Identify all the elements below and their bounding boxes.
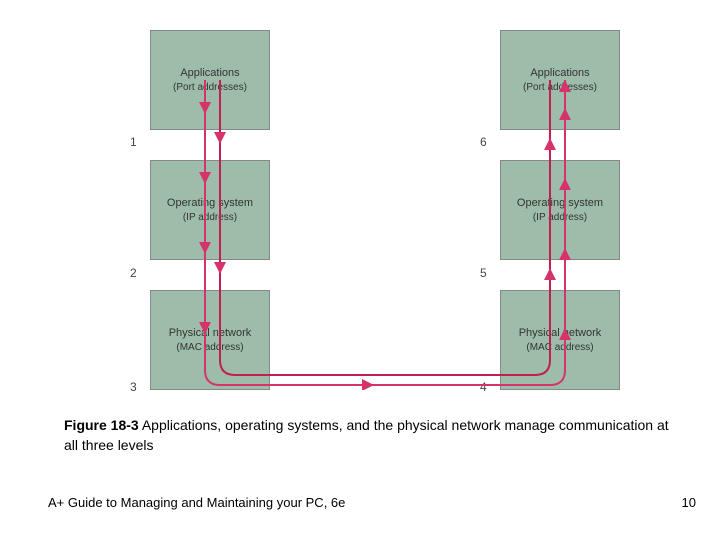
- box-right-physical: Physical network (MAC address): [500, 290, 620, 390]
- diagram-area: Applications (Port addresses) Operating …: [120, 30, 650, 390]
- box-left-applications: Applications (Port addresses): [150, 30, 270, 130]
- box-sublabel: (MAC address): [526, 341, 593, 354]
- box-right-applications: Applications (Port addresses): [500, 30, 620, 130]
- footer-book-title: A+ Guide to Managing and Maintaining you…: [48, 495, 345, 510]
- step-number-6: 6: [480, 135, 487, 149]
- step-number-4: 4: [480, 380, 487, 394]
- step-number-1: 1: [130, 135, 137, 149]
- step-number-3: 3: [130, 380, 137, 394]
- footer-page-number: 10: [682, 495, 696, 510]
- box-right-os: Operating system (IP address): [500, 160, 620, 260]
- box-left-physical: Physical network (MAC address): [150, 290, 270, 390]
- box-sublabel: (MAC address): [176, 341, 243, 354]
- box-sublabel: (Port addresses): [523, 81, 597, 94]
- figure-caption-text: Applications, operating systems, and the…: [64, 417, 669, 453]
- box-label: Operating system: [167, 196, 253, 210]
- box-left-os: Operating system (IP address): [150, 160, 270, 260]
- box-sublabel: (Port addresses): [173, 81, 247, 94]
- box-label: Operating system: [517, 196, 603, 210]
- step-number-5: 5: [480, 266, 487, 280]
- box-sublabel: (IP address): [533, 211, 587, 224]
- box-label: Physical network: [519, 326, 602, 340]
- box-label: Physical network: [169, 326, 252, 340]
- step-number-2: 2: [130, 266, 137, 280]
- box-label: Applications: [530, 66, 589, 80]
- box-label: Applications: [180, 66, 239, 80]
- box-sublabel: (IP address): [183, 211, 237, 224]
- figure-caption: Figure 18-3 Applications, operating syst…: [64, 416, 674, 455]
- figure-number: Figure 18-3: [64, 417, 139, 433]
